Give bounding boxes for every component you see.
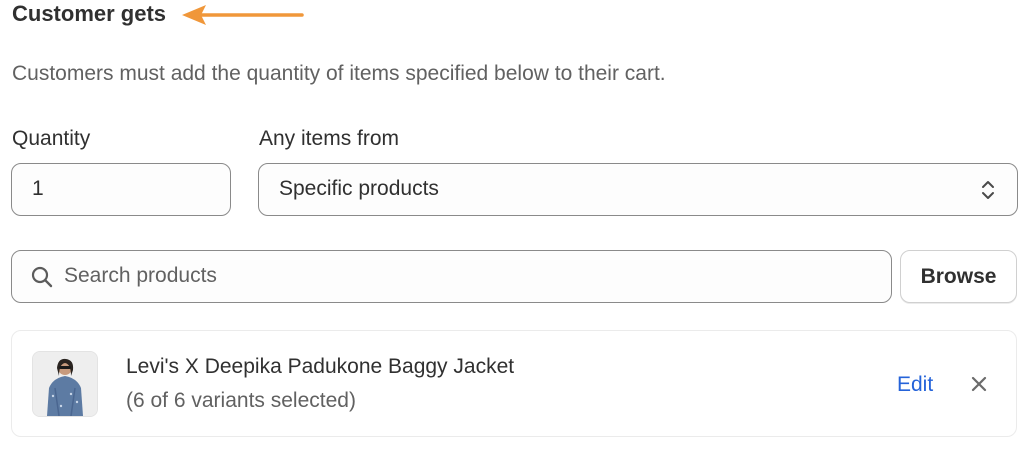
section-description: Customers must add the quantity of items…: [12, 62, 666, 85]
customer-gets-section: Customer gets Customers must add the qua…: [0, 0, 1024, 449]
close-icon[interactable]: [970, 375, 988, 393]
annotation-arrow-icon: [182, 5, 304, 25]
product-variants-count: (6 of 6 variants selected): [126, 389, 356, 412]
quantity-value: 1: [32, 177, 44, 200]
quantity-field[interactable]: 1: [11, 163, 231, 216]
select-chevrons-icon: [982, 181, 994, 199]
search-products-input[interactable]: [64, 261, 864, 291]
product-thumbnail-image: [33, 352, 97, 416]
browse-button[interactable]: Browse: [900, 250, 1017, 303]
items-from-selected-value: Specific products: [279, 177, 439, 200]
items-from-label: Any items from: [259, 127, 400, 150]
quantity-label: Quantity: [12, 127, 91, 150]
search-icon: [31, 266, 53, 288]
product-thumbnail: [32, 351, 98, 417]
product-title: Levi's X Deepika Padukone Baggy Jacket: [126, 355, 515, 378]
items-from-select[interactable]: Specific products: [258, 163, 1018, 216]
section-title: Customer gets: [12, 1, 167, 26]
edit-product-link[interactable]: Edit: [897, 371, 933, 399]
selected-product-card: Levi's X Deepika Padukone Baggy Jacket (…: [11, 330, 1017, 437]
search-products-field[interactable]: [11, 250, 892, 303]
